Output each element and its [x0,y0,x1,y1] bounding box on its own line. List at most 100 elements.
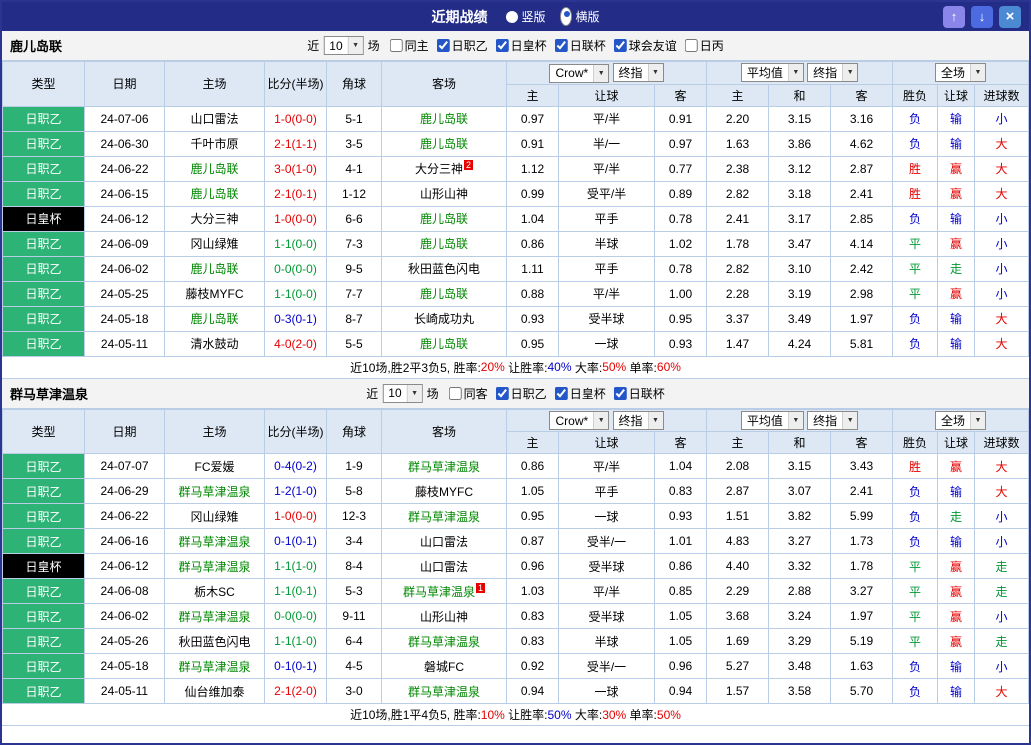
filter-option[interactable]: 日皇杯 [554,385,606,402]
handicap-time-select[interactable]: 终指 ▼ [612,410,664,430]
europe-group-header: 平均值 ▼ 终指 ▼ [705,408,894,432]
filter-checkbox[interactable] [554,39,568,52]
away-team: 山口雷法 [381,528,507,554]
match-count-select[interactable]: 10 ▼ [382,383,423,403]
eu-draw-odds: 3.29 [768,628,831,654]
ah-away-odds: 0.91 [654,105,707,132]
bookmaker-select[interactable]: Crow* ▼ [549,411,610,430]
europe-avg-select[interactable]: 平均值 ▼ [740,410,804,430]
ah-away-odds: 1.01 [654,528,707,554]
league-type: 日职乙 [2,130,85,157]
ah-handicap-line: 平/半 [558,155,655,182]
result-goals: 小 [974,503,1029,529]
eu-home-odds: 1.47 [706,330,769,357]
ah-home-odds: 0.86 [506,453,559,479]
result-goals: 小 [974,603,1029,629]
handicap-time-select[interactable]: 终指 ▼ [612,63,664,82]
eu-home-odds: 2.82 [706,180,769,207]
europe-avg-value: 平均值 [746,66,783,81]
match-row: 日职乙 24-06-22 冈山绿雉 1-0(0-0) 12-3 群马草津温泉 0.95 一球 0… [2,503,1029,529]
team-name: 仙台维加泰 [184,684,245,699]
league-type: 日职乙 [2,105,85,132]
filter-option[interactable]: 球会友谊 [613,37,677,54]
score: 0-0(0-0) [264,255,327,282]
league-type: 日职乙 [2,578,85,604]
corner-score: 1-12 [326,180,382,207]
scope-select[interactable]: 全场 ▼ [935,410,987,430]
result-handicap: 输 [937,478,976,504]
filter-option[interactable]: 同主 [389,37,429,54]
league-type: 日职乙 [2,453,85,479]
ah-home-odds: 0.91 [506,130,559,157]
eu-home-odds: 2.82 [706,255,769,282]
eu-draw-odds: 4.24 [768,330,831,357]
chevron-down-icon: ▼ [970,411,986,429]
eu-home-odds: 1.51 [706,503,769,529]
result-handicap: 赢 [937,280,976,307]
europe-time-select[interactable]: 终指 ▼ [807,63,859,83]
away-team: 大分三神 2 [381,155,507,182]
league-filter-checkboxes: 同主 日职乙 日皇杯 日联杯 球会友谊 日丙 [384,37,724,54]
result-goals: 走 [974,553,1029,579]
eu-away-odds: 3.43 [829,453,894,479]
eu-away-odds: 2.42 [829,255,894,282]
ah-handicap-line: 平/半 [558,280,655,307]
scroll-down-button[interactable]: ↓ [971,5,993,28]
filter-checkbox[interactable] [684,39,698,52]
league-type: 日职乙 [2,603,85,629]
filter-option[interactable]: 同客 [448,385,488,402]
filter-option[interactable]: 日联杯 [554,37,606,54]
filter-option[interactable]: 日丙 [684,37,724,54]
ah-handicap-line: 平手 [558,205,655,232]
titlebar: 近期战绩 竖版 横版 ↑ ↓ × [2,2,1029,31]
vertical-layout-radio[interactable]: 竖版 [505,7,546,26]
col-eu-away: 客 [829,83,894,107]
close-button[interactable]: × [999,5,1021,28]
filter-option-label: 同客 [463,386,488,401]
result-group-header: 全场 ▼ [892,61,1029,85]
match-row: 日职乙 24-05-11 仙台维加泰 2-1(2-0) 3-0 群马草津温泉 0.94 一球 0… [2,678,1029,704]
filter-checkbox[interactable] [389,39,403,52]
result-handicap: 输 [937,528,976,554]
match-date: 24-05-11 [84,678,165,704]
matches-table: 类型 日期 主场 比分(半场) 角球 客场 Crow* ▼ 终指 ▼ 平均值 ▼ 终指… [2,408,1029,704]
filter-checkbox[interactable] [436,39,450,52]
away-team: 秋田蓝色闪电 [381,255,507,282]
filter-option[interactable]: 日职乙 [436,37,488,54]
filter-option[interactable]: 日皇杯 [495,37,547,54]
match-count-select[interactable]: 10 ▼ [323,36,364,55]
eu-home-odds: 2.29 [706,578,769,604]
bookmaker-select[interactable]: Crow* ▼ [549,63,610,83]
filter-option[interactable]: 日职乙 [495,385,547,402]
europe-time-select[interactable]: 终指 ▼ [807,410,859,430]
filter-checkbox[interactable] [448,386,462,400]
scope-select[interactable]: 全场 ▼ [935,63,987,83]
team-section: 鹿儿岛联 近 10 ▼ 场 同主 日职乙 日皇杯 日联杯 球会友谊 日丙 类型 日期 主场 [2,31,1029,379]
filter-checkbox[interactable] [613,39,627,52]
filter-checkbox[interactable] [554,386,568,400]
corner-score: 4-5 [326,653,382,679]
ah-handicap-line: 受半球 [558,603,655,629]
chevron-down-icon: ▼ [406,384,422,402]
score: 1-0(0-0) [264,105,327,132]
filter-checkbox[interactable] [495,386,509,400]
league-type: 日职乙 [2,478,85,504]
scroll-up-button[interactable]: ↑ [943,5,965,28]
filter-checkbox[interactable] [613,386,627,400]
score: 2-1(1-1) [264,130,327,157]
section-team-name: 群马草津温泉 [10,386,89,402]
europe-avg-select[interactable]: 平均值 ▼ [740,63,804,83]
result-goals: 小 [974,653,1029,679]
eu-home-odds: 1.78 [706,230,769,257]
home-team: 鹿儿岛联 [164,255,265,282]
col-score: 比分(半场) [264,408,327,454]
filter-option[interactable]: 日联杯 [613,385,665,402]
away-team: 山口雷法 [381,553,507,579]
filter-checkbox[interactable] [495,39,509,52]
ah-away-odds: 0.77 [654,155,707,182]
result-goals: 大 [974,180,1029,207]
horizontal-layout-radio[interactable]: 横版 [559,7,600,26]
filter-option-label: 日职乙 [451,39,488,53]
team-name: 群马草津温泉 [407,634,480,649]
eu-away-odds: 3.16 [829,105,894,132]
